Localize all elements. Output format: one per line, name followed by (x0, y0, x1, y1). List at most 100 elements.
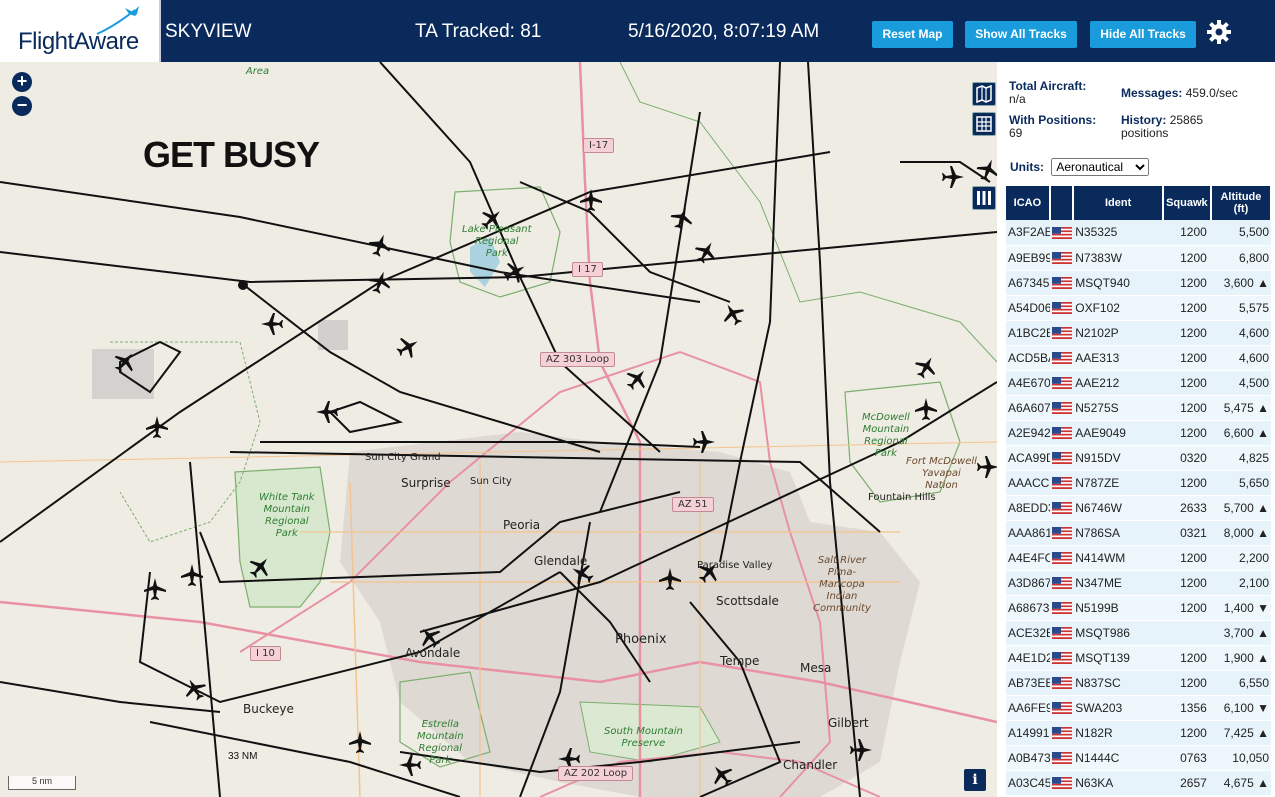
column-header-flag[interactable] (1049, 186, 1075, 220)
reset-map-button[interactable]: Reset Map (872, 21, 953, 48)
place-label: White Tank Mountain Regional Park (259, 492, 315, 539)
icao-cell: A4E1D2 (1006, 645, 1050, 671)
table-row[interactable]: A03C45 N63KA 2657 4,675 ▲ (1006, 770, 1271, 796)
grid-view-button[interactable] (972, 112, 996, 136)
table-row[interactable]: A1BC2E N2102P 1200 4,600 (1006, 320, 1271, 346)
aircraft-icon[interactable] (499, 256, 531, 288)
table-row[interactable]: ACD5BA AAE31312004,600 (1006, 345, 1271, 371)
table-row[interactable]: AB73EE N837SC 1200 6,550 (1006, 670, 1271, 696)
with-positions-stat: With Positions: 69 (1009, 114, 1096, 140)
column-header-ident[interactable]: Ident (1073, 186, 1164, 220)
table-row[interactable]: A4E670 AAE212 1200 4,500 (1006, 370, 1271, 396)
table-row[interactable]: AAA861 N786SA 0321 8,000 ▲ (1006, 520, 1271, 546)
aircraft-icon[interactable] (693, 431, 715, 453)
gear-icon[interactable] (1206, 19, 1232, 45)
table-row[interactable]: A9EB99 N7383W 1200 6,800 (1006, 245, 1271, 271)
ident-cell: N5275S (1073, 395, 1163, 421)
ident-cell: MSQT940 (1073, 270, 1163, 296)
aircraft-icon[interactable] (181, 564, 203, 586)
columns-button[interactable] (972, 186, 996, 210)
aircraft-icon[interactable] (659, 568, 681, 590)
aircraft-icon[interactable] (244, 551, 276, 583)
aircraft-icon[interactable] (667, 203, 697, 233)
map-view[interactable]: + − GET BUSY Wilderness Area Lake Pleasa… (0, 62, 997, 797)
show-all-tracks-button[interactable]: Show All Tracks (965, 21, 1077, 48)
squawk-cell: 1200 (1162, 370, 1211, 396)
aircraft-icon[interactable] (109, 346, 141, 378)
table-row[interactable]: ACA99D N915DV03204,825 (1006, 445, 1271, 471)
table-row[interactable]: ACE32E MSQT986 3,700 ▲ (1006, 620, 1271, 646)
table-row[interactable]: A68673 N5199B 1200 1,400 ▼ (1006, 595, 1271, 621)
info-button[interactable]: i (964, 769, 986, 791)
units-select[interactable]: Aeronautical (1051, 158, 1150, 176)
altitude-cell: 3,600 ▲ (1210, 270, 1271, 296)
aircraft-icon[interactable] (717, 298, 749, 330)
table-row[interactable]: A3F2AE N35325 1200 5,500 (1006, 220, 1271, 246)
aircraft-icon[interactable] (365, 230, 395, 260)
hide-all-tracks-button[interactable]: Hide All Tracks (1090, 21, 1196, 48)
aircraft-icon[interactable] (621, 363, 653, 395)
aircraft-icon[interactable] (316, 401, 338, 423)
table-row[interactable]: A14991 N182R 1200 7,425 ▲ (1006, 720, 1271, 746)
icao-cell: A3F2AE (1006, 220, 1050, 246)
aircraft-icon[interactable] (580, 189, 602, 211)
icao-cell: A3D867 (1006, 570, 1050, 596)
altitude-cell: 4,500 (1210, 370, 1271, 396)
ident-cell: AAE313 (1073, 345, 1163, 371)
aircraft-icon[interactable] (690, 236, 722, 268)
aircraft-icon[interactable] (365, 267, 395, 297)
us-flag-icon (1049, 670, 1074, 696)
table-row[interactable]: AAACCB N787ZE12005,650 (1006, 470, 1271, 496)
aircraft-icon[interactable] (392, 331, 424, 363)
table-row[interactable]: A4E1D2 MSQT139 1200 1,900 ▲ (1006, 645, 1271, 671)
ident-cell: N347ME (1073, 570, 1163, 596)
column-header-icao[interactable]: ICAO (1006, 186, 1051, 220)
table-row[interactable]: A54D06 OXF102 1200 5,575 (1006, 295, 1271, 321)
aircraft-icon[interactable] (349, 731, 371, 753)
aircraft-table-body: A3F2AE N35325 1200 5,500 A9EB99 N7383W 1200 6,8… (1006, 220, 1271, 796)
table-row[interactable]: A67345 MSQT940 1200 3,600 ▲ (1006, 270, 1271, 296)
place-label: Sun City Grand (365, 452, 441, 463)
us-flag-icon (1049, 645, 1074, 671)
ident-cell: N6746W (1073, 495, 1163, 521)
aircraft-icon[interactable] (144, 578, 166, 600)
ident-cell: MSQT139 (1073, 645, 1163, 671)
aircraft-icon[interactable] (942, 166, 964, 188)
table-row[interactable]: A4E4FC N414WM 1200 2,200 (1006, 545, 1271, 571)
table-row[interactable]: A6A607 N5275S 1200 5,475 ▲ (1006, 395, 1271, 421)
aircraft-icon[interactable] (706, 759, 738, 791)
place-label: Glendale (534, 554, 588, 568)
stat-label: History: (1121, 113, 1167, 127)
map-layers-button[interactable] (972, 82, 996, 106)
table-row[interactable]: AA6FE9 SWA203 1356 6,100 ▼ (1006, 695, 1271, 721)
aircraft-icon[interactable] (915, 398, 937, 420)
squawk-cell: 1200 (1162, 470, 1211, 496)
altitude-cell: 5,575 (1210, 295, 1271, 321)
altitude-cell: 6,550 (1210, 670, 1271, 696)
aircraft-icon[interactable] (910, 351, 942, 383)
table-row[interactable]: A8EDD3 N6746W26335,700 ▲ (1006, 495, 1271, 521)
aircraft-icon[interactable] (179, 673, 211, 705)
table-row[interactable]: A2E942 AAE9049 1200 6,600 ▲ (1006, 420, 1271, 446)
stat-label: Total Aircraft: (1009, 79, 1087, 93)
zoom-out-button[interactable]: − (12, 96, 32, 116)
zoom-in-button[interactable]: + (12, 72, 32, 92)
squawk-cell: 0763 (1162, 745, 1211, 771)
scale-bar: 5 nm (8, 776, 76, 790)
aircraft-icon[interactable] (261, 313, 283, 335)
place-label: Estrella Mountain Regional Park (417, 719, 464, 766)
column-header-altitude[interactable]: Altitude (ft) (1210, 186, 1273, 220)
aircraft-icon[interactable] (973, 155, 997, 185)
table-row[interactable]: A3D867 N347ME 1200 2,100 (1006, 570, 1271, 596)
place-label: Tempe (720, 654, 760, 668)
squawk-cell: 0320 (1162, 445, 1211, 471)
squawk-cell: 1200 (1162, 245, 1211, 271)
aircraft-icon[interactable] (146, 416, 168, 438)
highway-shield: I-17 (583, 138, 615, 153)
aircraft-icon[interactable] (977, 456, 997, 478)
table-row[interactable]: A0B473 N1444C 0763 10,050 (1006, 745, 1271, 771)
column-header-squawk[interactable]: Squawk (1162, 186, 1212, 220)
flightaware-logo[interactable]: FlightAware (0, 0, 161, 62)
aircraft-icon[interactable] (850, 739, 872, 761)
columns-icon (977, 191, 991, 205)
